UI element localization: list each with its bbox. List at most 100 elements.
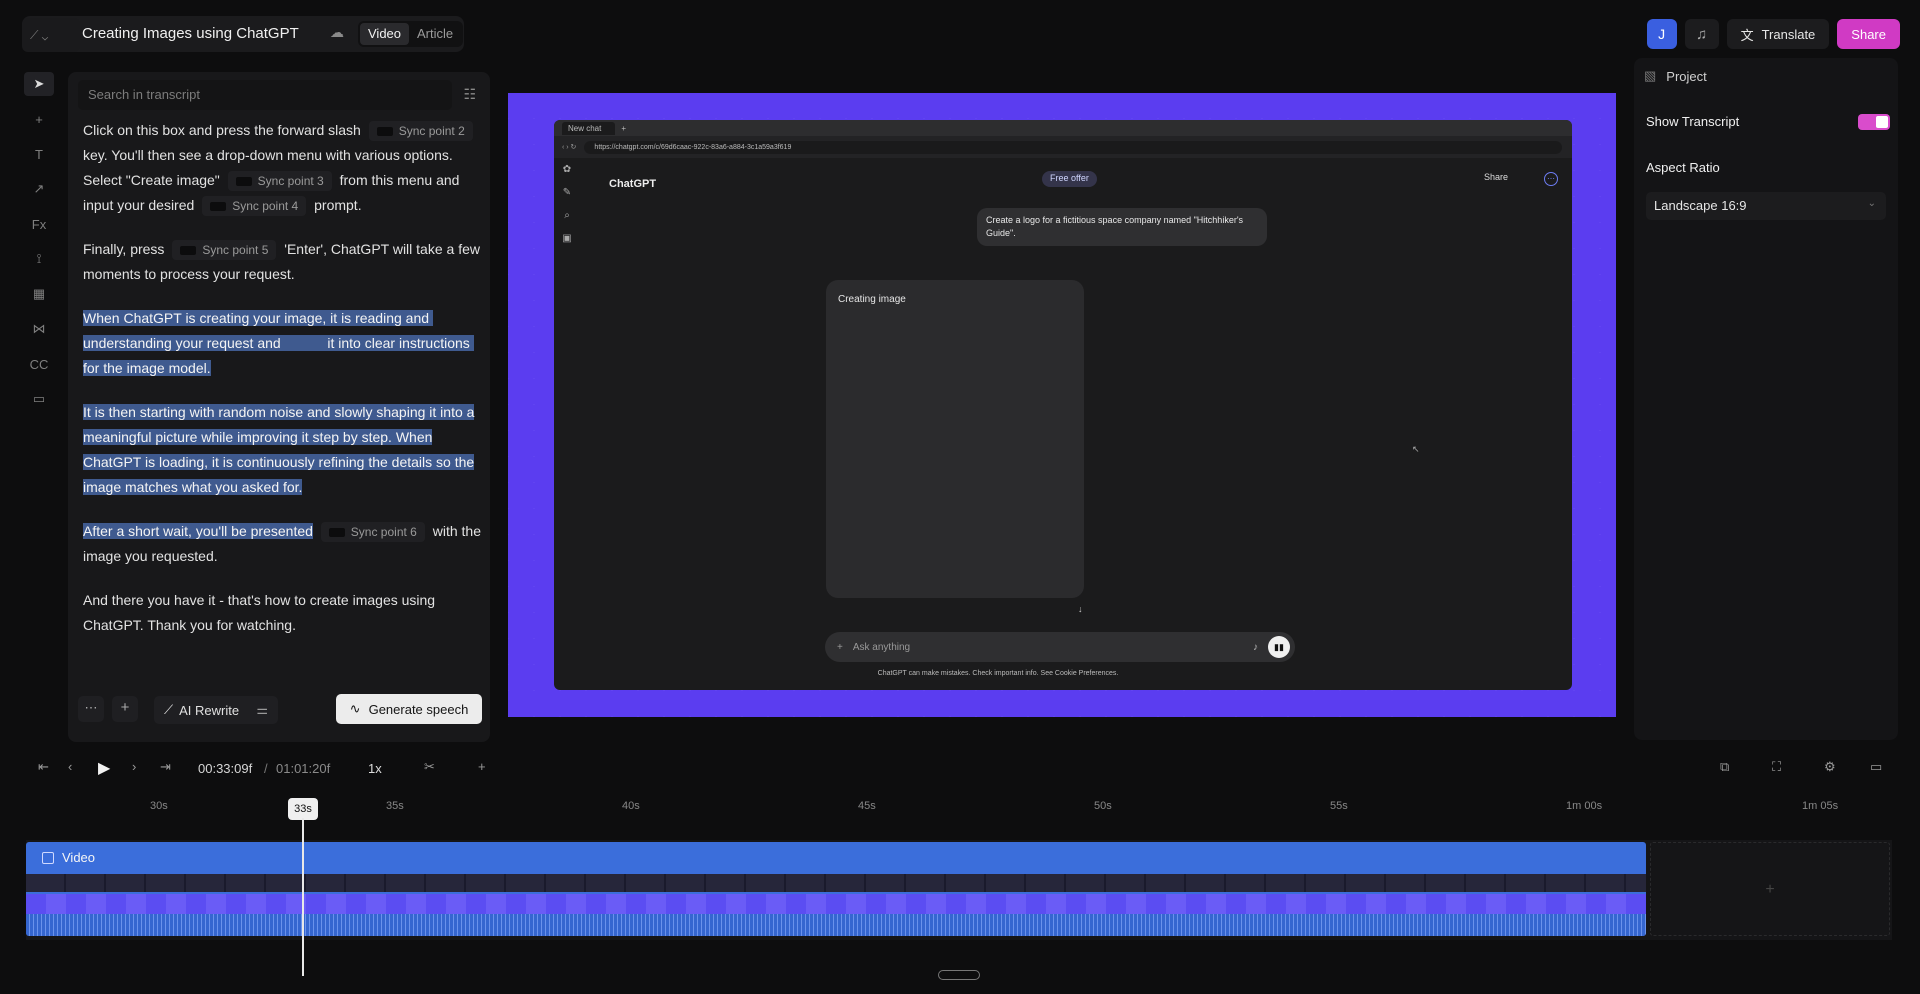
step-forward-icon[interactable]: › [132,759,136,774]
arrow-tool-icon[interactable]: ↗ [24,177,54,201]
headphones-icon[interactable]: ♫ [1684,19,1719,49]
add-tool-icon[interactable]: + [24,107,54,131]
track-label-text: Video [62,850,96,865]
filter-icon[interactable]: ☷ [463,86,476,103]
text-tool-icon[interactable]: T [24,142,54,166]
select-tool-icon[interactable]: ➤ [24,72,54,96]
time-separator: / [264,761,268,776]
show-transcript-toggle[interactable] [1858,114,1890,130]
playhead-line[interactable] [302,818,304,976]
transcript-paragraph[interactable]: Click on this box and press the forward … [83,118,481,218]
transcript-text: prompt. [314,197,362,213]
show-transcript-label: Show Transcript [1646,114,1740,129]
layout-tool-icon[interactable]: ▦ [24,282,54,306]
video-track-clip[interactable]: Video [26,842,1646,936]
tab-project[interactable]: ▧ Project [1644,68,1707,84]
tab-video[interactable]: Video [360,23,410,45]
user-message: Create a logo for a fictitious space com… [977,208,1267,246]
sync-point-chip[interactable]: Sync point 2 [368,121,473,142]
ask-placeholder: Ask anything [852,641,911,653]
sync-point-chip[interactable]: Sync point 3 [227,171,332,192]
add-marker-icon[interactable]: + [478,759,486,774]
chatgpt-sidebar: ✿ ✎ ⌕ ▣ [554,158,580,690]
sync-point-label: Sync point 4 [232,198,299,213]
transcript-text: And there you have it - that's how to cr… [83,592,436,633]
tune-icon[interactable]: ⚌ [256,702,268,718]
tick-label: 35s [386,800,404,812]
timeline-resize-handle[interactable] [938,970,980,980]
browser-url: https://chatgpt.com/c/69d6caac-922c-83a6… [584,140,1562,154]
generate-speech-label: Generate speech [368,701,469,717]
comments-tool-icon[interactable]: ▭ [24,387,54,411]
skip-start-icon[interactable]: ⇤ [38,759,49,775]
path-tool-icon[interactable]: ⟟ [24,247,54,271]
tick-label: 40s [622,800,640,812]
captions-tool-icon[interactable]: CC [24,352,54,376]
voice-mode-icon: ▮▮ [1268,636,1290,658]
sync-point-chip[interactable]: Sync point 4 [202,196,307,217]
split-icon[interactable]: ✂ [424,759,435,775]
add-clip-slot[interactable]: + [1650,842,1890,936]
transcript-search-input[interactable]: Search in transcript [78,80,452,110]
effects-tool-icon[interactable]: Fx [24,212,54,236]
transcript-paragraph-selected[interactable]: It is then starting with random noise an… [83,400,481,500]
openai-logo-icon: ✿ [562,164,572,175]
step-back-icon[interactable]: ‹ [68,759,72,774]
compare-icon[interactable]: ⧉ [1720,759,1729,775]
document-title[interactable]: Creating Images using ChatGPT [82,25,299,42]
playback-speed[interactable]: 1x [368,761,382,776]
ai-rewrite-button[interactable]: ⟋ AI Rewrite ⚌ [154,696,278,724]
collapse-timeline-icon[interactable]: ▭ [1870,759,1882,775]
more-icon: ⋯ [1544,172,1558,186]
playhead-label[interactable]: 33s [288,798,318,820]
generate-speech-button[interactable]: ∿ Generate speech [336,694,482,724]
toggle-knob [1876,116,1888,128]
transcript-paragraph-selected[interactable]: When ChatGPT is creating your image, it … [83,306,481,381]
share-button[interactable]: Share [1837,19,1900,49]
video-preview-canvas[interactable]: New chat + ‹ › ↻ https://chatgpt.com/c/6… [508,93,1616,717]
tick-label: 50s [1094,800,1112,812]
transcript-panel: Search in transcript ☷ Click on this box… [68,72,490,742]
sync-point-chip[interactable]: Sync point 5 [172,240,277,261]
chatgpt-brand: ChatGPT [609,178,657,190]
tick-label: 55s [1330,800,1348,812]
tick-label: 1m 05s [1802,800,1839,812]
clip-filmstrip [26,894,1646,914]
sync-point-label: Sync point 6 [350,524,417,539]
aspect-ratio-label: Aspect Ratio [1646,160,1720,175]
mic-icon: ♪ [1253,641,1258,653]
transition-tool-icon[interactable]: ⋈ [24,317,54,341]
scroll-down-icon: ↓ [1078,604,1083,614]
more-options-icon[interactable]: ⋯ [78,696,104,722]
ask-input: + Ask anything ♪ ▮▮ [825,632,1295,662]
wand-icon: ⟋ [164,702,174,717]
transcript-text: Click on this box and press the forward … [83,122,361,138]
project-tab-label: Project [1666,68,1707,84]
nav-arrows-icon: ‹ › ↻ [562,144,577,151]
sync-point-label: Sync point 5 [202,242,269,257]
user-avatar[interactable]: J [1646,19,1677,49]
app-logo-icon[interactable]: ⟋ ⌄ [22,18,80,52]
browser-tab-row: New chat + [554,120,1572,136]
timeline-settings-icon[interactable]: ⚙ [1824,759,1836,775]
transcript-paragraph[interactable]: And there you have it - that's how to cr… [83,588,481,638]
skip-end-icon[interactable]: ⇥ [160,759,171,775]
new-tab-icon: + [621,123,627,133]
transcript-body[interactable]: Click on this box and press the forward … [83,118,481,657]
fullscreen-icon[interactable]: ⛶ [1772,759,1781,775]
tab-article[interactable]: Article [409,23,461,45]
add-icon[interactable]: + [112,696,138,722]
tool-rail: ➤ + T ↗ Fx ⟟ ▦ ⋈ CC ▭ [22,72,56,412]
translate-button[interactable]: 文 Translate [1726,19,1830,49]
aspect-ratio-select[interactable]: Landscape 16:9 ⌄ [1646,192,1886,220]
tick-label: 30s [150,800,168,812]
mouse-cursor-icon: ↖ [1412,444,1420,454]
total-time: 01:01:20f [276,761,331,776]
play-icon[interactable]: ▶ [98,758,110,778]
transcript-paragraph[interactable]: Finally, press Sync point 5 'Enter', Cha… [83,237,481,287]
audio-waveform [26,914,1646,936]
sync-point-chip[interactable]: Sync point 6 [320,522,425,543]
video-clip-icon [42,851,54,864]
transcript-paragraph[interactable]: After a short wait, you'll be presented … [83,519,481,569]
plus-icon: + [837,641,843,653]
